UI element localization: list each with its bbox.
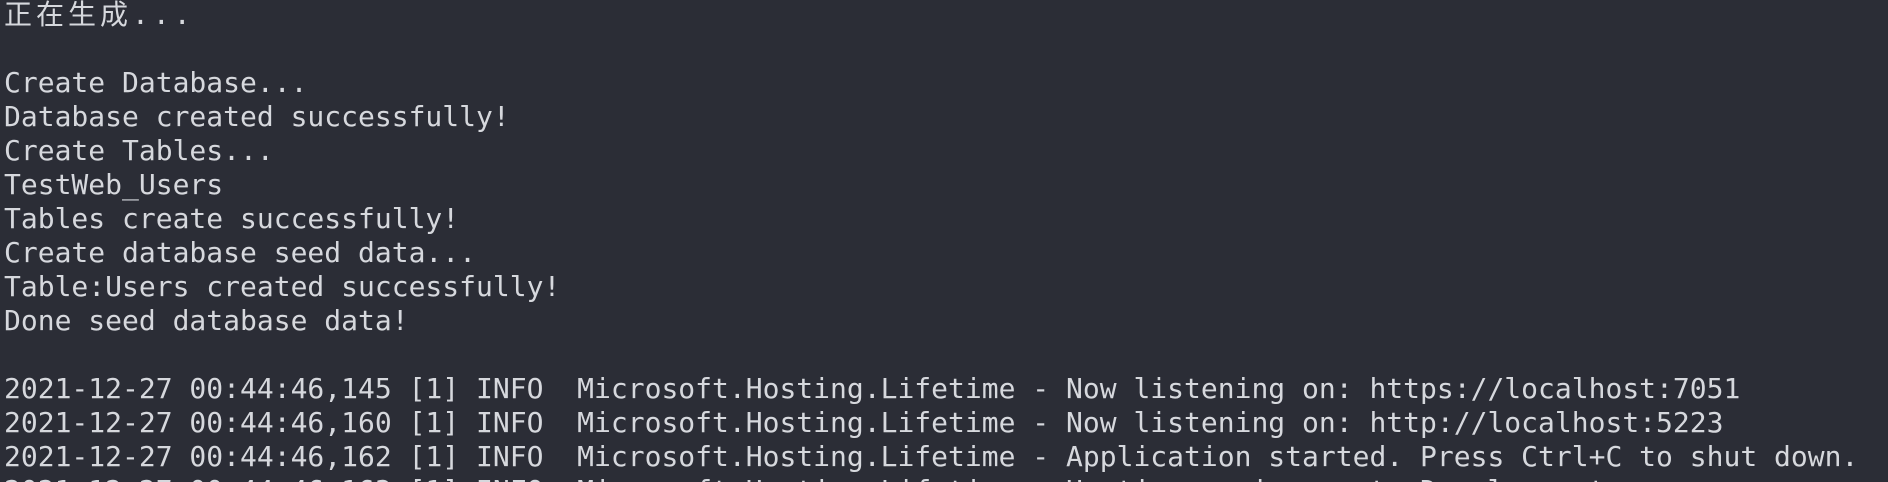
setup-line: Done seed database data! bbox=[4, 304, 409, 337]
setup-line: Create Database... bbox=[4, 66, 308, 99]
setup-line: Table:Users created successfully! bbox=[4, 270, 561, 303]
log-line: 2021-12-27 00:44:46,160 [1] INFO Microso… bbox=[4, 406, 1724, 439]
setup-line: Tables create successfully! bbox=[4, 202, 460, 235]
log-line: 2021-12-27 00:44:46,145 [1] INFO Microso… bbox=[4, 372, 1741, 405]
setup-line: Create database seed data... bbox=[4, 236, 477, 269]
setup-line: Database created successfully! bbox=[4, 100, 510, 133]
setup-line: TestWeb_Users bbox=[4, 168, 224, 201]
terminal-output[interactable]: 正在生成... Create Database... Database crea… bbox=[0, 0, 1888, 482]
generating-status-line: 正在生成... bbox=[4, 0, 195, 31]
log-line: 2021-12-27 00:44:46,162 [1] INFO Microso… bbox=[4, 440, 1859, 473]
setup-line: Create Tables... bbox=[4, 134, 274, 167]
log-line-partial: 2021-12-27 00:44:46,163 [1] INFO Microso… bbox=[4, 474, 1888, 482]
